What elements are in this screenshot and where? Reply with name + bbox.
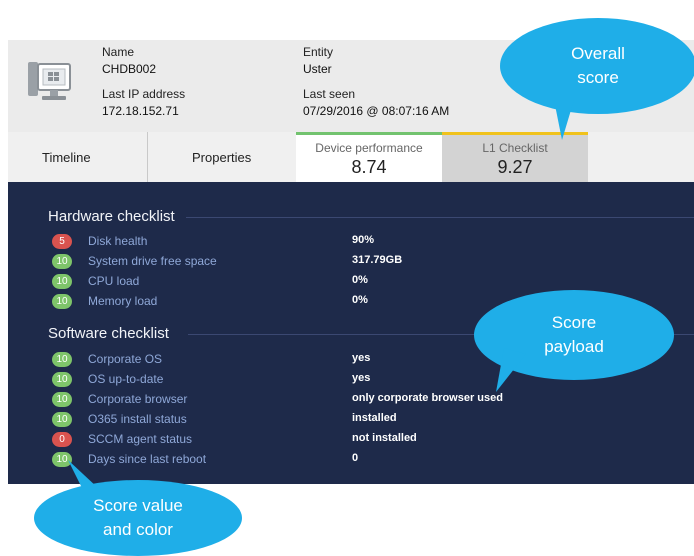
checklist-row[interactable]: 10 System drive free space 317.79GB bbox=[52, 253, 672, 271]
ip-value: 172.18.152.71 bbox=[102, 104, 179, 118]
check-value: 90% bbox=[352, 234, 375, 246]
tab-bar: Timeline Properties Device performance 8… bbox=[8, 132, 694, 182]
hardware-checklist-title: Hardware checklist bbox=[48, 208, 175, 225]
tab-timeline-label: Timeline bbox=[42, 149, 91, 165]
callout-pointer bbox=[496, 348, 526, 392]
callout-pointer bbox=[554, 100, 574, 140]
entity-label: Entity bbox=[303, 45, 334, 59]
callout-pointer bbox=[68, 460, 98, 488]
callout-text: Score bbox=[551, 313, 597, 332]
check-label: CPU load bbox=[88, 274, 140, 288]
checklist-row[interactable]: 5 Disk health 90% bbox=[52, 233, 672, 251]
check-value: yes bbox=[352, 352, 371, 364]
name-label: Name bbox=[102, 45, 135, 59]
check-value: 317.79GB bbox=[352, 254, 403, 266]
tab-device-performance[interactable]: Device performance 8.74 bbox=[296, 132, 442, 182]
checklist-row[interactable]: 10 Days since last reboot 0 bbox=[52, 451, 672, 469]
score-badge: 10 bbox=[52, 372, 72, 387]
ip-label: Last IP address bbox=[102, 87, 186, 101]
score-badge: 10 bbox=[52, 412, 72, 427]
callout-text: Overall bbox=[571, 44, 625, 63]
score-badge: 10 bbox=[52, 352, 72, 367]
section-divider bbox=[186, 217, 694, 218]
check-label: OS up-to-date bbox=[88, 372, 164, 386]
check-label: O365 install status bbox=[88, 412, 187, 426]
checklist-row[interactable]: 10 O365 install status installed bbox=[52, 411, 672, 429]
score-badge: 10 bbox=[52, 254, 72, 269]
check-value: only corporate browser used bbox=[352, 392, 503, 404]
last-seen-label: Last seen bbox=[303, 87, 356, 101]
device-performance-score: 8.74 bbox=[351, 157, 387, 177]
score-badge: 10 bbox=[52, 274, 72, 289]
last-seen-value: 07/29/2016 @ 08:07:16 AM bbox=[303, 104, 450, 118]
check-label: SCCM agent status bbox=[88, 432, 193, 446]
checklist-row[interactable]: 0 SCCM agent status not installed bbox=[52, 431, 672, 449]
entity-value: Uster bbox=[303, 62, 332, 76]
tab-properties-label: Properties bbox=[192, 149, 252, 165]
check-label: Corporate browser bbox=[88, 392, 188, 406]
overall-score-callout: Overall score bbox=[500, 18, 694, 114]
check-label: Corporate OS bbox=[88, 352, 163, 366]
check-label: Days since last reboot bbox=[88, 452, 207, 466]
tab-timeline[interactable]: Timeline bbox=[8, 132, 148, 182]
device-name: CHDB002 bbox=[102, 62, 157, 76]
l1-checklist-label: L1 Checklist bbox=[482, 141, 548, 155]
score-badge: 0 bbox=[52, 432, 72, 447]
check-value: 0 bbox=[352, 452, 359, 464]
callout-text: and color bbox=[103, 520, 173, 539]
callout-text: score bbox=[577, 68, 619, 87]
tab-properties[interactable]: Properties bbox=[148, 132, 296, 182]
device-performance-label: Device performance bbox=[315, 141, 423, 155]
checklist-row[interactable]: 10 Corporate browser only corporate browse… bbox=[52, 391, 672, 409]
checklist-row[interactable]: 10 CPU load 0% bbox=[52, 273, 672, 291]
check-label: Memory load bbox=[88, 294, 158, 308]
check-value: yes bbox=[352, 372, 371, 384]
software-checklist-title: Software checklist bbox=[48, 325, 169, 342]
score-badge: 10 bbox=[52, 392, 72, 407]
check-label: Disk health bbox=[88, 234, 148, 248]
monitor-windows-icon bbox=[28, 62, 71, 100]
check-value: not installed bbox=[352, 432, 417, 444]
check-value: installed bbox=[352, 412, 397, 424]
check-value: 0% bbox=[352, 274, 368, 286]
l1-checklist-score: 9.27 bbox=[497, 157, 533, 177]
callout-text: Score value bbox=[93, 496, 183, 515]
check-label: System drive free space bbox=[88, 254, 217, 268]
score-badge: 10 bbox=[52, 294, 72, 309]
score-badge: 5 bbox=[52, 234, 72, 249]
check-value: 0% bbox=[352, 294, 368, 306]
